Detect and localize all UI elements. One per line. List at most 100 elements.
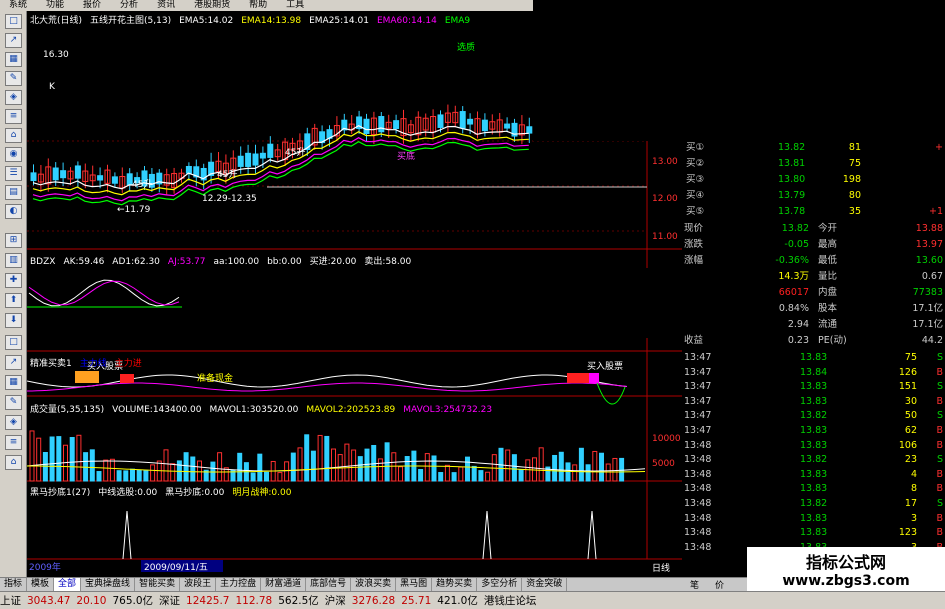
arrow-down-icon[interactable]: ⬇ [5, 313, 22, 328]
menu-item-0[interactable]: 系统 [0, 0, 37, 11]
bdzx-header: BDZX AK:59.46 AD1:62.30 AJ:53.77 aa:100.00 bb… [30, 257, 419, 268]
tab-11[interactable]: 趋势买卖 [432, 578, 478, 591]
stat-label: 涨跌 [684, 239, 704, 250]
menu-item-5[interactable]: 港股期货 [185, 0, 240, 11]
tab-12[interactable]: 多空分析 [477, 578, 523, 591]
tab-7[interactable]: 财富通道 [261, 578, 307, 591]
cross-icon[interactable]: ✚ [5, 273, 22, 288]
bid-price: 13.79 [778, 190, 806, 201]
right-tab-0[interactable]: 笔 [682, 578, 707, 591]
volume-bar [130, 468, 135, 482]
tab-0[interactable]: 指标 [0, 578, 28, 591]
target-icon[interactable]: ◉ [5, 147, 22, 162]
arrow-up-icon[interactable]: ⬆ [5, 293, 22, 308]
tab-10[interactable]: 黑马图 [396, 578, 433, 591]
indicator-label: MAVOL2:202523.89 [306, 405, 396, 415]
quote-panel: 买① 13.82 81 + 买② 13.81 75 买③ 13.80 198 买④ 13.79 80 买⑤… [682, 11, 945, 577]
tick-time: 13:48 [684, 468, 712, 480]
grid-icon[interactable]: ▦ [5, 52, 22, 67]
bid-row: 买① 13.82 81 + [682, 141, 945, 155]
tick-row: 13:47 13.84 126 B [682, 366, 945, 380]
menu-item-2[interactable]: 报价 [74, 0, 111, 11]
tick-time: 13:47 [684, 352, 712, 363]
tab-4[interactable]: 智能买卖 [135, 578, 181, 591]
candle [237, 155, 244, 167]
menu-item-6[interactable]: 帮助 [240, 0, 277, 11]
indicator-label: EMA14:13.98 [241, 16, 302, 26]
tab-6[interactable]: 主力控盘 [216, 578, 262, 591]
candle [97, 175, 104, 181]
tick-volume: 126 [898, 366, 917, 378]
list-icon[interactable]: ≡ [5, 109, 22, 124]
list-icon[interactable]: ≡ [5, 435, 22, 450]
status-item: 上证 [0, 595, 21, 607]
plus-grid-icon[interactable]: ⊞ [5, 233, 22, 248]
edit-icon[interactable]: ✎ [5, 395, 22, 410]
home-icon[interactable]: ⌂ [5, 128, 22, 143]
bid-row: 买④ 13.79 80 [682, 189, 945, 203]
menu-icon[interactable]: ☰ [5, 166, 22, 181]
bid-label: 买③ [686, 174, 705, 185]
volume-bar [36, 437, 42, 482]
candle [252, 153, 259, 166]
window-icon[interactable]: □ [5, 14, 22, 29]
tick-row: 13:47 13.83 75 S [682, 351, 945, 365]
home-icon[interactable]: ⌂ [5, 455, 22, 470]
bid-label: 买⑤ [686, 206, 705, 217]
signal-label: 45升 [217, 169, 237, 180]
right-tab-1[interactable]: 价 [707, 578, 732, 591]
heima-header: 黑马抄底1(27) 中线选股:0.00 黑马抄底:0.00 明月战神:0.00 [30, 488, 299, 499]
tick-row: 13:48 13.82 23 S [682, 453, 945, 467]
tick-time: 13:48 [684, 527, 712, 539]
tab-9[interactable]: 波浪买卖 [351, 578, 397, 591]
tick-volume: 30 [904, 395, 917, 407]
grid-icon[interactable]: ▦ [5, 375, 22, 390]
watermark: 指标公式网 www.zbgs3.com [747, 547, 945, 591]
trend-icon[interactable]: ↗ [5, 355, 22, 370]
tick-side: S [936, 381, 943, 393]
tick-side: S [936, 352, 943, 363]
bid-volume: 81 [848, 142, 861, 153]
bid-volume: 198 [842, 174, 861, 185]
trend-icon[interactable]: ↗ [5, 33, 22, 48]
candle [504, 123, 511, 129]
volume-bar [29, 430, 35, 482]
tab-5[interactable]: 波段王 [180, 578, 217, 591]
diamond-icon[interactable]: ◈ [5, 415, 22, 430]
half-circle-icon[interactable]: ◐ [5, 204, 22, 219]
menu-item-1[interactable]: 功能 [37, 0, 74, 11]
tab-2[interactable]: 全部 [54, 578, 82, 591]
watermark-title: 指标公式网 [805, 553, 886, 572]
volume-bar [424, 453, 430, 482]
candle [526, 126, 533, 134]
candle [267, 143, 274, 158]
tab-8[interactable]: 底部信号 [306, 578, 352, 591]
menu-item-7[interactable]: 工具 [277, 0, 314, 11]
menu-item-4[interactable]: 资讯 [148, 0, 185, 11]
tab-3[interactable]: 宝典操盘线 [81, 578, 136, 591]
volume-scale-label: 5000 [652, 459, 675, 469]
bars-icon[interactable]: ▥ [5, 253, 22, 268]
tab-13[interactable]: 资金突破 [522, 578, 568, 591]
window-icon[interactable]: □ [5, 335, 22, 350]
stat-label: 量比 [818, 271, 838, 282]
signal-spike [587, 510, 597, 560]
stat-row: 涨跌 -0.05 最高 13.97 [682, 238, 945, 252]
status-item: 12425.7 [186, 594, 230, 607]
table-icon[interactable]: ▤ [5, 185, 22, 200]
volume-bar [277, 472, 283, 482]
stat-row: 0.84% 股本 17.1亿 [682, 302, 945, 316]
indicator-tab-bar: 指标 模板 全部 宝典操盘线 智能买卖 波段王 主力控盘 财富通道 底部信号 波浪买卖 黑马图 趋势买… [0, 577, 682, 591]
diamond-icon[interactable]: ◈ [5, 90, 22, 105]
tick-volume: 23 [904, 454, 917, 466]
indicator-label: 卖出:58.00 [364, 257, 412, 267]
stat-label: 最低 [818, 255, 838, 266]
indicator-label: AK:59.46 [63, 257, 105, 267]
tab-1[interactable]: 模板 [27, 578, 55, 591]
stat-value: 14.3万 [778, 271, 809, 282]
stat-value: 13.88 [915, 223, 943, 234]
menu-item-3[interactable]: 分析 [111, 0, 148, 11]
edit-icon[interactable]: ✎ [5, 71, 22, 86]
status-item: 421.0亿 [437, 595, 478, 607]
stat-value: 0.23 [787, 335, 809, 346]
